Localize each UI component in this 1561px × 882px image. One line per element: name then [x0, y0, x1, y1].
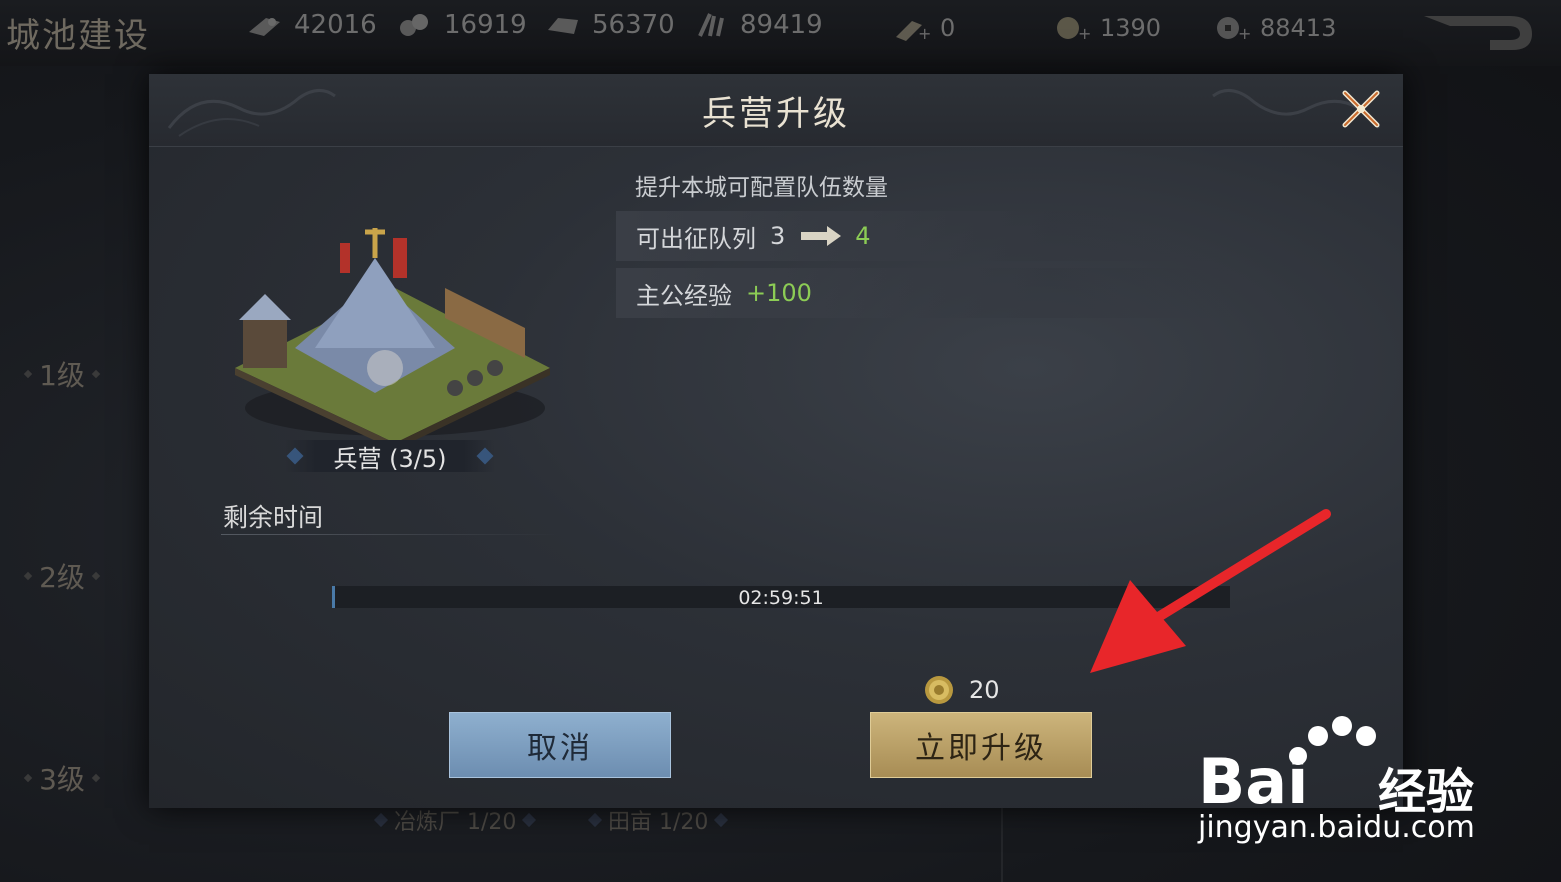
- svg-text:+: +: [918, 24, 930, 41]
- stat-gain-value: +100: [746, 279, 812, 307]
- stone-icon: [548, 18, 578, 34]
- level-label: 1级: [39, 359, 85, 392]
- building-name-badge: 兵营 (3/5): [285, 440, 495, 473]
- level-1-marker: 1级: [14, 354, 110, 394]
- upgrade-now-button[interactable]: 立即升级: [870, 712, 1092, 778]
- diamond-icon: [522, 812, 537, 828]
- cancel-button[interactable]: 取消: [449, 712, 671, 778]
- resource-value: 56370: [592, 10, 675, 40]
- resource-value: 89419: [740, 10, 823, 40]
- upgrade-dialog: 兵营升级 兵营 (3/5) 提升本城可配置队伍数量 可出征队列 3 4 主公经验…: [149, 74, 1403, 808]
- upgrade-description: 提升本城可配置队伍数量: [635, 175, 888, 201]
- back-arrow-icon[interactable]: [1420, 10, 1538, 54]
- gold-bar-icon: +: [896, 21, 930, 41]
- diamond-icon: [286, 447, 304, 465]
- grain-icon: [698, 13, 724, 37]
- stat-row-exp: 主公经验 +100: [616, 268, 1236, 318]
- stat-label: 主公经验: [636, 281, 732, 310]
- resource-jade-coin[interactable]: + 1390: [1052, 14, 1161, 42]
- diamond-icon: [373, 812, 389, 828]
- resource-value: 1390: [1100, 14, 1162, 42]
- resource-value: 42016: [294, 10, 377, 40]
- diamond-icon: [91, 571, 101, 581]
- building-tag-smelter[interactable]: 冶炼厂 1/20: [373, 806, 537, 835]
- watermark-brand: Bai: [1198, 745, 1309, 818]
- resource-stone: 56370: [544, 10, 675, 40]
- stat-label: 可出征队列: [636, 224, 756, 253]
- stat-current-value: 3: [770, 222, 786, 250]
- diamond-icon: [91, 773, 101, 783]
- building-tag-farmland[interactable]: 田亩 1/20: [587, 806, 729, 835]
- wood-icon: [249, 18, 280, 36]
- gold-coin-icon: [925, 676, 953, 704]
- divider: [221, 534, 561, 535]
- top-bar: 城池建设 42016 16919 56370 89419 + 0 + 1390 …: [0, 0, 1561, 66]
- diamond-icon: [23, 773, 33, 783]
- cost-value: 20: [969, 676, 1000, 704]
- resource-copper-coin[interactable]: + 88413: [1212, 14, 1336, 42]
- diamond-icon: [587, 812, 603, 828]
- level-label: 2级: [39, 561, 85, 594]
- divider: [1001, 808, 1003, 882]
- diamond-icon: [23, 369, 33, 379]
- arrow-right-icon: [801, 226, 842, 246]
- stat-new-value: 4: [855, 222, 871, 250]
- annotation-arrow-icon: [1090, 509, 1331, 673]
- dialog-title: 兵营升级: [702, 94, 850, 134]
- level-3-marker: 3级: [14, 758, 110, 798]
- dialog-header: 兵营升级: [149, 74, 1403, 147]
- building-name: 兵营 (3/5): [333, 444, 447, 473]
- resource-grain: 89419: [692, 10, 823, 40]
- diamond-icon: [476, 447, 494, 465]
- diamond-icon: [23, 571, 33, 581]
- diamond-icon: [91, 369, 101, 379]
- close-icon[interactable]: [1339, 87, 1383, 131]
- svg-text:+: +: [1238, 24, 1250, 41]
- remaining-time-label: 剩余时间: [223, 503, 324, 532]
- level-2-marker: 2级: [14, 556, 110, 596]
- building-tag-label: 冶炼厂 1/20: [394, 810, 517, 835]
- diamond-icon: [714, 812, 729, 828]
- jade-coin-icon: +: [1057, 17, 1090, 41]
- stat-row-queue: 可出征队列 3 4: [616, 211, 1236, 261]
- resource-gold-bar[interactable]: + 0: [892, 14, 955, 42]
- watermark-url: jingyan.baidu.com: [1198, 810, 1475, 845]
- page-title: 城池建设: [6, 16, 150, 56]
- resource-iron: 16919: [396, 10, 527, 40]
- upgrade-cost: 20: [923, 674, 1000, 706]
- copper-coin-icon: +: [1217, 17, 1250, 41]
- barracks-image: [235, 228, 550, 443]
- level-label: 3级: [39, 763, 85, 796]
- resource-value: 0: [940, 14, 956, 42]
- resource-value: 88413: [1260, 14, 1337, 42]
- resource-value: 16919: [444, 10, 527, 40]
- svg-text:+: +: [1078, 24, 1090, 41]
- building-tag-label: 田亩 1/20: [608, 810, 709, 835]
- iron-icon: [400, 14, 428, 36]
- resource-wood: 42016: [246, 10, 377, 40]
